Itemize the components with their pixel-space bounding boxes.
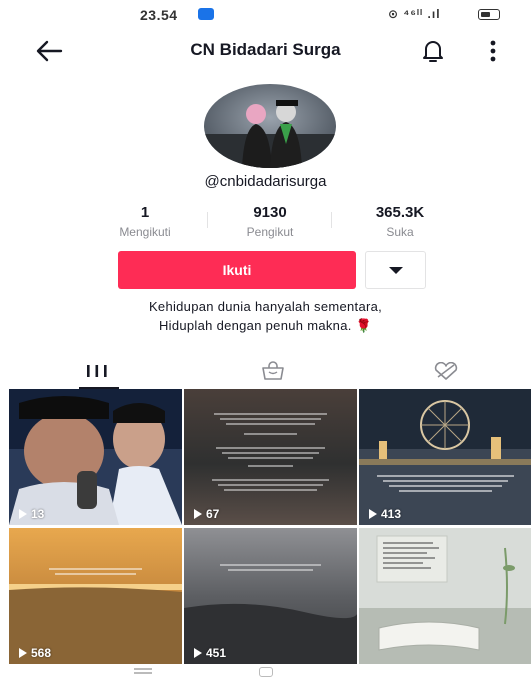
avatar-photo [204, 84, 336, 168]
stat-value: 365.3K [375, 204, 425, 221]
battery-level [481, 11, 490, 17]
stat-value: 9130 [253, 204, 287, 221]
stat-divider [207, 212, 208, 228]
video-thumbnail[interactable]: 67 [184, 389, 357, 525]
view-count: 413 [369, 507, 401, 521]
top-bar: CN Bidadari Surga [0, 32, 531, 72]
shopping-bag-icon [262, 361, 284, 380]
username: @cnbidadarisurga [204, 173, 327, 190]
video-thumbnail-image [184, 389, 357, 525]
battery-icon [478, 9, 500, 20]
status-time: 23.54 [140, 7, 178, 23]
notification-icon [198, 8, 214, 20]
bio-line: Hiduplah dengan penuh makna. 🌹 [158, 318, 373, 333]
bio: Kehidupan dunia hanyalah sementara, Hidu… [0, 297, 531, 335]
view-count: 451 [194, 646, 226, 660]
hidden-heart-icon [434, 362, 458, 380]
home-icon[interactable] [259, 667, 273, 677]
bio-line: Kehidupan dunia hanyalah sementara, [148, 299, 383, 314]
grid-icon [87, 365, 107, 377]
video-grid: 13 67 413 568 451 [9, 389, 531, 677]
more-options-icon[interactable] [484, 38, 502, 64]
system-nav-bar [0, 662, 531, 677]
tab-liked[interactable] [354, 355, 531, 389]
video-thumbnail[interactable]: 413 [359, 389, 531, 525]
suggested-accounts-button[interactable] [365, 251, 426, 289]
stat-value: 1 [140, 204, 150, 221]
play-icon [194, 509, 202, 519]
stat-label: Pengikut [246, 225, 294, 239]
view-count-value: 413 [381, 507, 402, 521]
video-thumbnail-image [184, 528, 357, 664]
stat-divider [331, 212, 332, 228]
tab-shop[interactable] [186, 355, 363, 389]
video-thumbnail-image [359, 528, 531, 664]
video-thumbnail[interactable]: 13 [9, 389, 182, 525]
tab-videos[interactable] [9, 355, 186, 389]
view-count-value: 568 [31, 646, 52, 660]
status-bar: 23.54 ⊙ ⁴⁶ᴵᴵ .ıl [0, 0, 531, 32]
bell-icon[interactable] [420, 37, 446, 65]
view-count: 13 [19, 507, 44, 521]
play-icon [19, 509, 27, 519]
video-thumbnail[interactable]: 568 [9, 528, 182, 664]
stat-following[interactable]: 1 Mengikuti [90, 204, 200, 239]
video-thumbnail-image [359, 389, 531, 525]
signal-icon: ⊙ ⁴⁶ᴵᴵ .ıl [388, 7, 441, 21]
view-count-value: 67 [206, 507, 220, 521]
stat-label: Suka [386, 225, 414, 239]
play-icon [194, 648, 202, 658]
play-icon [369, 509, 377, 519]
profile-tabs [0, 355, 531, 389]
view-count: 568 [19, 646, 51, 660]
play-icon [19, 648, 27, 658]
stat-label: Mengikuti [119, 225, 171, 239]
view-count: 67 [194, 507, 219, 521]
stat-likes[interactable]: 365.3K Suka [345, 204, 455, 239]
page-title: CN Bidadari Surga [190, 40, 341, 59]
video-thumbnail[interactable]: 451 [184, 528, 357, 664]
video-thumbnail[interactable] [359, 528, 531, 664]
avatar[interactable] [204, 84, 336, 168]
video-thumbnail-image [9, 389, 182, 525]
recent-apps-icon[interactable] [134, 668, 152, 670]
follow-button[interactable]: Ikuti [118, 251, 356, 289]
stat-followers[interactable]: 9130 Pengikut [215, 204, 325, 239]
chevron-down-icon [389, 267, 403, 274]
video-thumbnail-image [9, 528, 182, 664]
view-count-value: 451 [206, 646, 227, 660]
view-count-value: 13 [31, 507, 45, 521]
